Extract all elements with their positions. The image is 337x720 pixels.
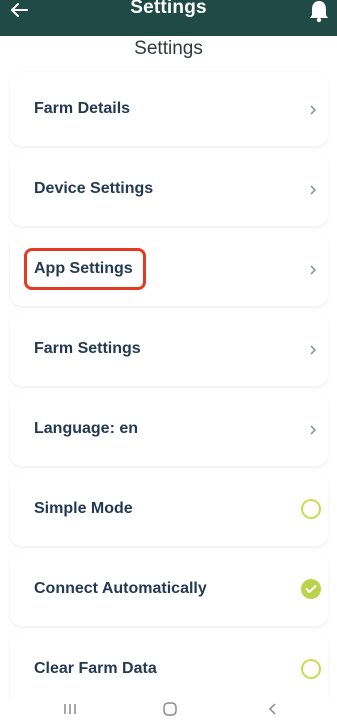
chevron-right-icon (308, 423, 318, 435)
chevron-right-icon (308, 343, 318, 355)
setting-label: Language: en (34, 420, 139, 437)
nav-back-icon[interactable] (261, 700, 285, 718)
page-title: Settings (134, 38, 203, 59)
home-icon[interactable] (158, 700, 182, 718)
setting-farm-details[interactable]: Farm Details (10, 72, 328, 146)
setting-device-settings[interactable]: Device Settings (10, 152, 328, 226)
chevron-right-icon (308, 263, 318, 275)
recent-apps-icon[interactable] (58, 700, 82, 718)
settings-list: Farm Details Device Settings App Setting… (10, 72, 328, 712)
clear-farm-data-radio[interactable] (301, 659, 321, 679)
simple-mode-radio[interactable] (301, 499, 321, 519)
app-bar: Settings (0, 0, 337, 36)
setting-label: App Settings (34, 260, 133, 277)
setting-label: Farm Details (34, 100, 131, 117)
chevron-right-icon (308, 103, 318, 115)
setting-simple-mode[interactable]: Simple Mode (10, 472, 328, 546)
setting-label: Device Settings (34, 180, 154, 197)
app-bar-title: Settings (130, 0, 207, 18)
setting-clear-farm-data[interactable]: Clear Farm Data (10, 632, 328, 706)
bell-icon[interactable] (307, 0, 331, 24)
setting-label: Farm Settings (34, 340, 141, 357)
setting-app-settings[interactable]: App Settings (10, 232, 328, 306)
setting-connect-automatically[interactable]: Connect Automatically (10, 552, 328, 626)
checkmark-icon (305, 585, 317, 593)
chevron-right-icon (308, 183, 318, 195)
setting-label: Simple Mode (34, 500, 133, 517)
setting-label: Connect Automatically (34, 580, 207, 597)
connect-automatically-checked-radio[interactable] (301, 579, 321, 599)
setting-label: Clear Farm Data (34, 660, 157, 677)
system-nav-bar (0, 698, 337, 720)
setting-language[interactable]: Language: en (10, 392, 328, 466)
setting-farm-settings[interactable]: Farm Settings (10, 312, 328, 386)
